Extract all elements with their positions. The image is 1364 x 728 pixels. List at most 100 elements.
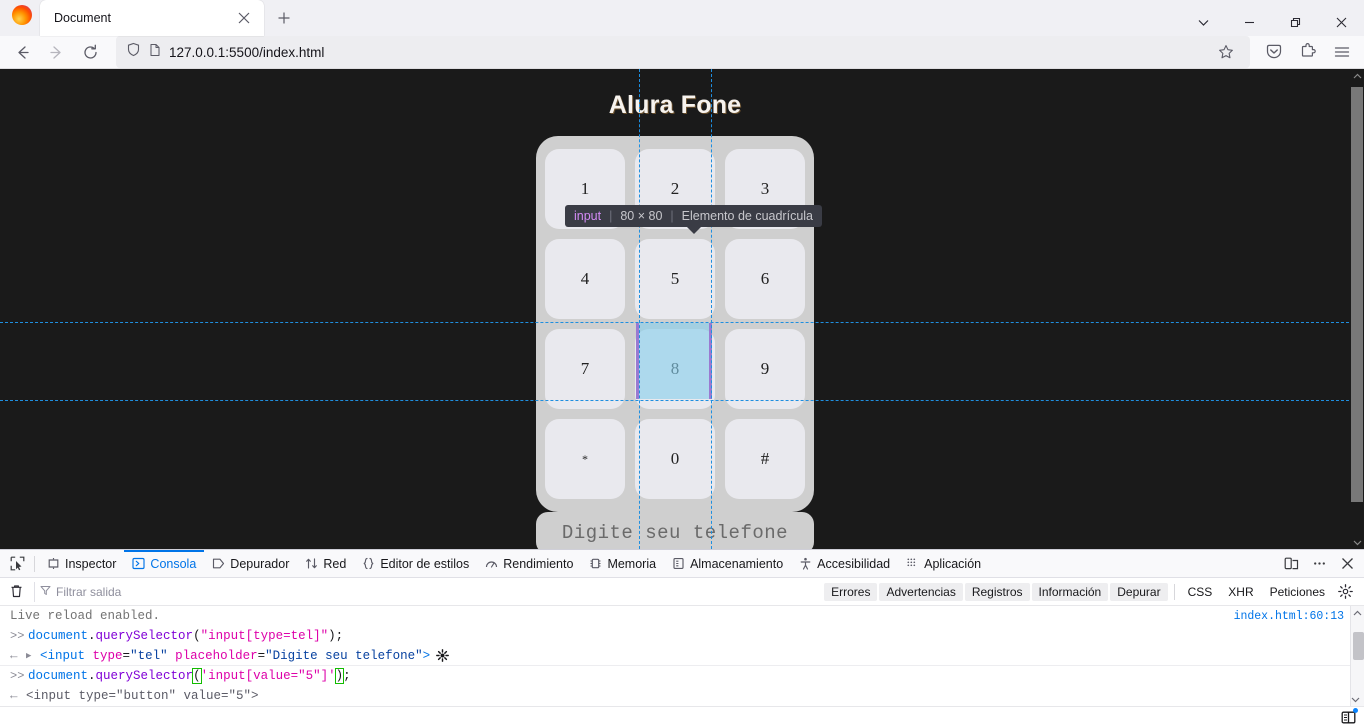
scroll-up-arrow-icon[interactable]: [1350, 69, 1364, 83]
notification-dot: [1353, 708, 1358, 713]
console-output[interactable]: Live reload enabled. index.html:60:13 >>…: [0, 606, 1364, 706]
console-row-input[interactable]: >> document.querySelector("input[type=te…: [0, 626, 1364, 646]
accessibility-icon: [799, 557, 812, 570]
url-text: 127.0.0.1:5500/index.html: [169, 44, 325, 60]
scroll-down-arrow-icon[interactable]: [1350, 535, 1364, 549]
tab-application[interactable]: Aplicación: [898, 550, 989, 577]
keypad-button[interactable]: 7: [545, 329, 625, 409]
page-scrollbar[interactable]: [1350, 69, 1364, 549]
console-row-log[interactable]: Live reload enabled. index.html:60:13: [0, 606, 1364, 626]
tooltip-separator: |: [670, 209, 674, 223]
console-scrollbar-thumb[interactable]: [1353, 632, 1364, 660]
trash-icon[interactable]: [4, 580, 28, 604]
filter-css[interactable]: CSS: [1181, 583, 1220, 601]
tab-label: Aplicación: [924, 556, 982, 571]
phone-number-input[interactable]: Digite seu telefone: [536, 512, 814, 549]
tab-storage[interactable]: Almacenamiento: [664, 550, 791, 577]
style-editor-icon: [362, 557, 375, 570]
keypad-button[interactable]: *: [545, 419, 625, 499]
filter-info[interactable]: Información: [1031, 582, 1109, 601]
memory-icon: [589, 557, 602, 570]
inspect-node-icon[interactable]: [436, 649, 450, 662]
maximize-icon[interactable]: [1272, 0, 1318, 45]
page-icon[interactable]: [148, 43, 162, 62]
application-icon: [906, 557, 919, 570]
filter-requests[interactable]: Peticiones: [1263, 583, 1332, 601]
close-devtools-icon[interactable]: [1334, 551, 1360, 577]
responsive-design-mode-icon[interactable]: [1278, 551, 1304, 577]
chevron-down-icon[interactable]: [1180, 0, 1226, 45]
tab-style-editor[interactable]: Editor de estilos: [354, 550, 477, 577]
keypad-button[interactable]: 8: [635, 329, 715, 409]
console-output-node: <input type="button" value="5">: [26, 689, 259, 703]
console-return-arrow-icon: ←: [10, 689, 18, 703]
developer-tools-panel: Inspector Consola Depurador Red Editor d…: [0, 549, 1364, 728]
split-console-icon[interactable]: [1341, 708, 1358, 725]
filter-xhr[interactable]: XHR: [1221, 583, 1260, 601]
filter-input[interactable]: Filtrar salida: [34, 581, 184, 602]
scroll-up-arrow-icon[interactable]: [1351, 606, 1364, 620]
expand-arrow-icon[interactable]: ▶: [26, 651, 40, 661]
tab-label: Red: [323, 556, 347, 571]
tooltip-tag-name: input: [574, 209, 602, 223]
tab-accessibility[interactable]: Accesibilidad: [791, 550, 898, 577]
page-scrollbar-track[interactable]: [1350, 83, 1364, 535]
console-row-output[interactable]: ← <input type="button" value="5">: [0, 686, 1364, 706]
keypad-button-5[interactable]: 5: [635, 239, 715, 319]
filter-warnings[interactable]: Advertencias: [879, 582, 963, 601]
back-arrow-icon[interactable]: [6, 36, 38, 68]
tab-label: Almacenamiento: [690, 556, 784, 571]
scroll-down-arrow-icon[interactable]: [1351, 692, 1360, 706]
minimize-icon[interactable]: [1226, 0, 1272, 45]
inspector-icon: [47, 557, 60, 570]
tooltip-dimensions: 80 × 80: [620, 209, 663, 223]
tab-performance[interactable]: Rendimiento: [477, 550, 581, 577]
console-source-link[interactable]: index.html:60:13: [1234, 610, 1344, 623]
keypad-button[interactable]: 0: [635, 419, 715, 499]
filter-icon: [40, 585, 51, 599]
browser-tab[interactable]: Document: [40, 0, 264, 36]
console-row-output[interactable]: ← ▶ <input type="tel" placeholder="Digit…: [0, 646, 1364, 666]
filter-logs[interactable]: Registros: [964, 582, 1030, 601]
gear-icon[interactable]: [1334, 581, 1356, 603]
tab-inspector[interactable]: Inspector: [39, 550, 124, 577]
debugger-icon: [212, 557, 225, 570]
shield-icon[interactable]: [126, 42, 141, 62]
close-icon[interactable]: [232, 6, 256, 30]
tab-debugger[interactable]: Depurador: [204, 550, 297, 577]
tab-memory[interactable]: Memoria: [581, 550, 664, 577]
element-picker-icon[interactable]: [4, 551, 30, 577]
page-scrollbar-thumb[interactable]: [1351, 87, 1363, 502]
console-row-input[interactable]: >> document.querySelector('input[value="…: [0, 666, 1364, 686]
phone-keypad: 1 2 3 4 5 6 7 8 9 * 0 #: [536, 136, 814, 512]
tooltip-layout-label: Elemento de cuadrícula: [681, 209, 814, 223]
toolbar-divider: [34, 555, 35, 572]
console-prompt-icon: >>: [10, 669, 25, 683]
url-bar[interactable]: 127.0.0.1:5500/index.html: [116, 36, 1250, 68]
console-scrollbar[interactable]: [1350, 606, 1364, 706]
keypad-button[interactable]: 9: [725, 329, 805, 409]
new-tab-button[interactable]: [272, 6, 296, 30]
forward-arrow-icon[interactable]: [40, 36, 72, 68]
tab-label: Editor de estilos: [380, 556, 470, 571]
tab-label: Rendimiento: [503, 556, 574, 571]
tab-label: Memoria: [607, 556, 657, 571]
keypad-button[interactable]: 4: [545, 239, 625, 319]
devtools-toolbar: Inspector Consola Depurador Red Editor d…: [0, 550, 1364, 578]
close-icon[interactable]: [1318, 0, 1364, 45]
filter-errors[interactable]: Errores: [824, 582, 878, 601]
tooltip-separator: |: [609, 209, 613, 223]
web-page-content: Alura Fone 1 2 3 4 5 6 7 8 9 * 0 # Digit…: [0, 69, 1350, 549]
tab-console[interactable]: Consola: [124, 550, 204, 577]
reload-icon[interactable]: [74, 36, 106, 68]
keypad-button[interactable]: 6: [725, 239, 805, 319]
more-options-icon[interactable]: [1306, 551, 1332, 577]
filter-divider: [1173, 583, 1175, 600]
filter-debug[interactable]: Depurar: [1110, 582, 1168, 601]
tab-network[interactable]: Red: [297, 550, 354, 577]
navigation-toolbar: 127.0.0.1:5500/index.html: [0, 36, 1364, 69]
tab-label: Depurador: [230, 556, 290, 571]
filter-placeholder: Filtrar salida: [56, 584, 122, 599]
inspector-tooltip: input | 80 × 80 | Elemento de cuadrícula: [565, 205, 823, 234]
keypad-button[interactable]: #: [725, 419, 805, 499]
